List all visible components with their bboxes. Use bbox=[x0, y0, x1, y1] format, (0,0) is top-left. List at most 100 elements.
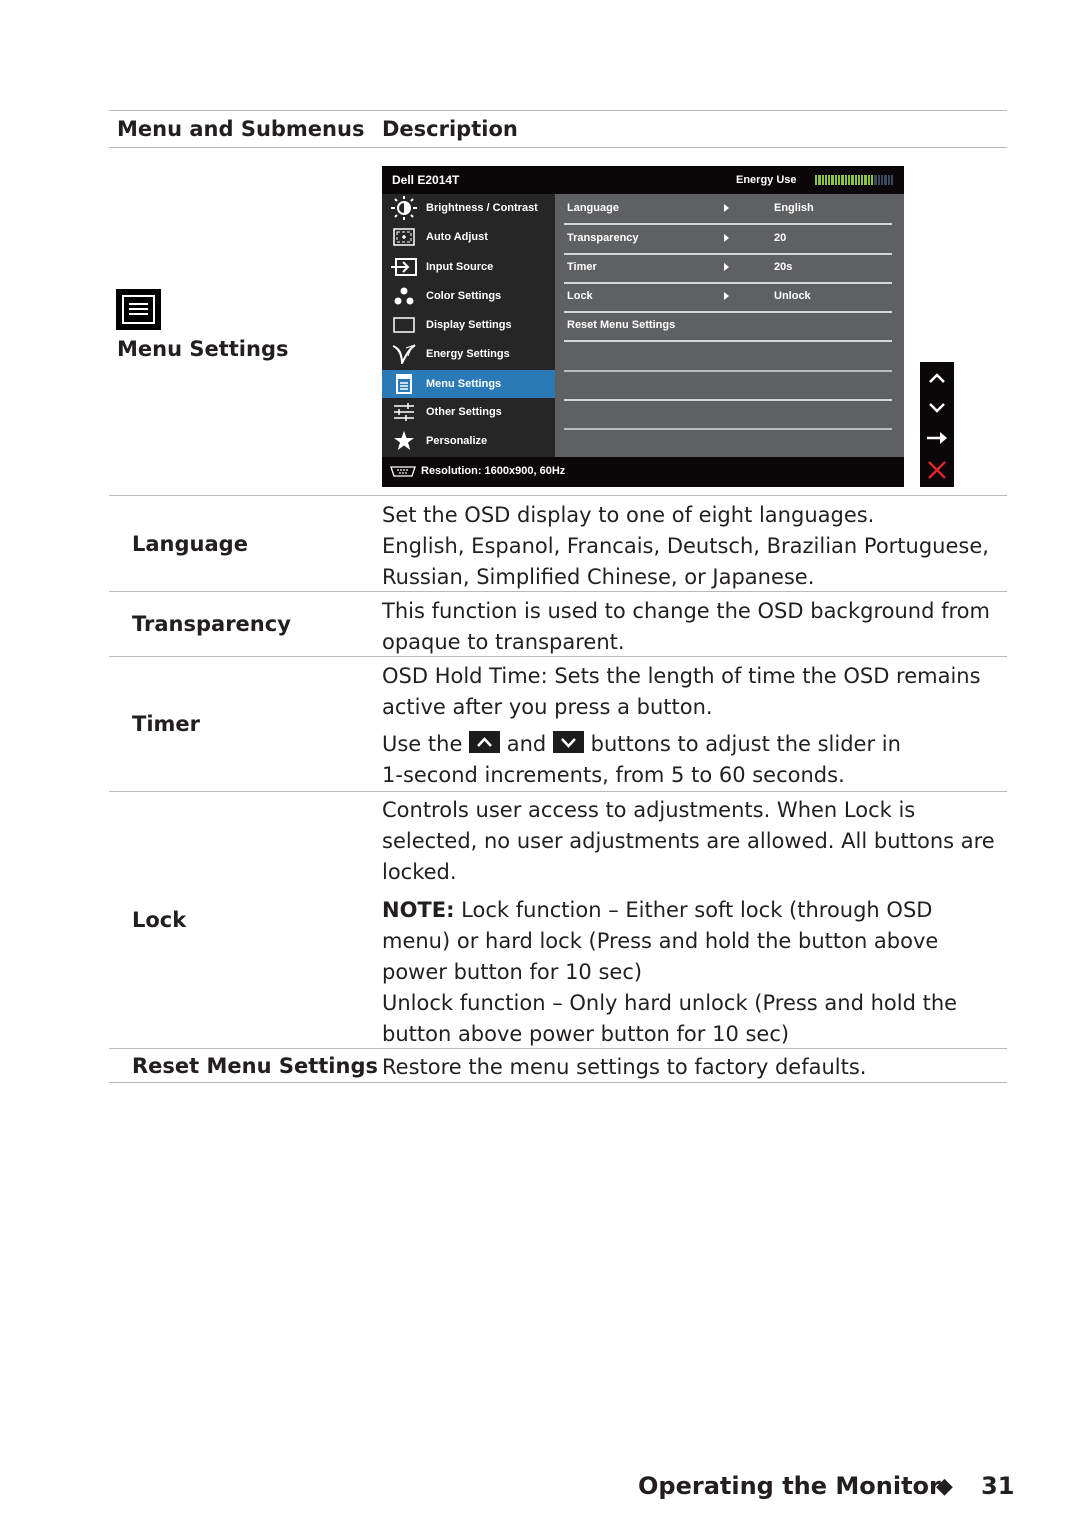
description-line: This function is used to change the OSD … bbox=[382, 599, 990, 623]
up-arrow-icon[interactable] bbox=[920, 363, 954, 393]
osd-menu-item-other-settings[interactable]: Other Settings bbox=[382, 398, 555, 426]
osd-menu-item-brightness-contrast[interactable]: Brightness / Contrast bbox=[382, 194, 555, 222]
osd-submenu-row-empty bbox=[564, 370, 892, 401]
note-line: button above power button for 10 sec) bbox=[382, 1022, 790, 1046]
osd-submenu-row-language[interactable]: Language English bbox=[564, 194, 892, 225]
osd-menu-label: Color Settings bbox=[426, 290, 502, 302]
osd-submenu-label: Lock bbox=[567, 290, 593, 302]
usage-text: and bbox=[506, 732, 547, 756]
triangle-right-icon bbox=[724, 204, 729, 212]
energy-segment bbox=[861, 175, 864, 185]
close-icon[interactable] bbox=[920, 455, 954, 485]
energy-segment bbox=[884, 175, 887, 185]
table-header-rule bbox=[109, 147, 1007, 148]
right-arrow-icon[interactable] bbox=[920, 423, 954, 453]
description-line: Russian, Simplified Chinese, or Japanese… bbox=[382, 565, 815, 589]
vga-connector-icon bbox=[390, 466, 416, 480]
energy-segment bbox=[824, 175, 828, 185]
osd-submenu-row-timer[interactable]: Timer 20s bbox=[564, 253, 892, 284]
down-arrow-icon[interactable] bbox=[920, 393, 954, 423]
row-description-language: Set the OSD display to one of eight lang… bbox=[382, 500, 1007, 593]
section-title: Menu Settings bbox=[117, 337, 289, 361]
description-line: Controls user access to adjustments. Whe… bbox=[382, 798, 916, 822]
osd-menu-item-display-settings[interactable]: Display Settings bbox=[382, 311, 555, 339]
osd-submenu-label: Language bbox=[567, 202, 619, 214]
osd-submenu-row-reset-menu-settings[interactable]: Reset Menu Settings bbox=[564, 311, 892, 342]
osd-energy-meter bbox=[815, 175, 894, 185]
row-label-lock: Lock bbox=[132, 908, 187, 932]
usage-text: buttons to adjust the slider in bbox=[590, 732, 901, 756]
osd-submenu-value: English bbox=[774, 202, 814, 214]
page-number: 31 bbox=[981, 1472, 1015, 1500]
note-line: NOTE: Lock function – Either soft lock (… bbox=[382, 895, 1007, 926]
note-line: Unlock function – Only hard unlock (Pres… bbox=[382, 991, 958, 1015]
row-divider bbox=[109, 1048, 1007, 1049]
osd-submenu-value: Unlock bbox=[774, 290, 811, 302]
column-header-description: Description bbox=[382, 117, 518, 141]
osd-submenu-row-empty bbox=[564, 341, 892, 372]
display-settings-icon bbox=[382, 317, 426, 333]
other-settings-icon bbox=[382, 403, 426, 421]
triangle-right-icon bbox=[724, 263, 729, 271]
osd-submenu-row-transparency[interactable]: Transparency 20 bbox=[564, 224, 892, 255]
energy-settings-icon bbox=[382, 344, 426, 364]
osd-menu-label: Display Settings bbox=[426, 319, 512, 331]
footer-section-title: Operating the Monitor bbox=[638, 1472, 941, 1500]
energy-segment bbox=[864, 175, 867, 185]
row-label-reset-menu-settings: Reset Menu Settings bbox=[132, 1054, 378, 1078]
osd-energy-label: Energy Use bbox=[736, 174, 797, 186]
osd-menu-item-menu-settings[interactable]: Menu Settings bbox=[382, 370, 555, 398]
brightness-icon bbox=[382, 196, 426, 220]
osd-menu-label: Auto Adjust bbox=[426, 231, 488, 243]
row-divider bbox=[109, 495, 1007, 496]
osd-submenu-row-lock[interactable]: Lock Unlock bbox=[564, 282, 892, 313]
energy-segment bbox=[874, 175, 877, 185]
energy-segment bbox=[877, 175, 880, 185]
menu-settings-icon bbox=[382, 374, 426, 394]
description-usage-line: Use the and buttons to adjust the slider… bbox=[382, 729, 1007, 760]
osd-submenu-label: Timer bbox=[567, 261, 597, 273]
row-divider bbox=[109, 591, 1007, 592]
table-bottom-rule bbox=[109, 1082, 1007, 1083]
osd-menu-item-input-source[interactable]: Input Source bbox=[382, 253, 555, 281]
energy-segment bbox=[851, 175, 854, 185]
energy-segment bbox=[887, 175, 890, 185]
energy-segment bbox=[834, 175, 838, 185]
osd-resolution: Resolution: 1600x900, 60Hz bbox=[421, 465, 566, 477]
row-divider bbox=[109, 791, 1007, 792]
osd-menu-item-auto-adjust[interactable]: Auto Adjust bbox=[382, 223, 555, 251]
description-line: active after you press a button. bbox=[382, 695, 713, 719]
usage-text: Use the bbox=[382, 732, 463, 756]
osd-menu-item-personalize[interactable]: Personalize bbox=[382, 427, 555, 455]
row-label-language: Language bbox=[132, 532, 248, 556]
description-line: OSD Hold Time: Sets the length of time t… bbox=[382, 664, 981, 688]
osd-submenu-label: Transparency bbox=[567, 232, 639, 244]
auto-adjust-icon bbox=[382, 228, 426, 246]
osd-submenu-value: 20 bbox=[774, 232, 787, 244]
energy-segment bbox=[867, 175, 871, 185]
input-source-icon bbox=[382, 258, 426, 276]
osd-menu-label: Brightness / Contrast bbox=[426, 202, 538, 214]
star-icon bbox=[382, 431, 426, 451]
osd-menu-item-color-settings[interactable]: Color Settings bbox=[382, 282, 555, 310]
osd-menu-label: Menu Settings bbox=[426, 378, 502, 390]
row-divider bbox=[109, 656, 1007, 657]
osd-menu-label: Energy Settings bbox=[426, 348, 510, 360]
energy-segment bbox=[831, 175, 834, 185]
row-description-timer: OSD Hold Time: Sets the length of time t… bbox=[382, 661, 1007, 791]
osd-submenu-label: Reset Menu Settings bbox=[567, 319, 676, 331]
note-line: menu) or hard lock (Press and hold the b… bbox=[382, 929, 939, 953]
energy-segment bbox=[841, 175, 844, 185]
osd-menu-label: Other Settings bbox=[426, 406, 502, 418]
description-line: English, Espanol, Francais, Deutsch, Bra… bbox=[382, 534, 989, 558]
table-top-rule bbox=[109, 110, 1007, 111]
up-button-icon bbox=[469, 731, 501, 753]
osd-submenu-value: 20s bbox=[774, 261, 793, 273]
energy-segment bbox=[871, 175, 874, 185]
row-description-transparency: This function is used to change the OSD … bbox=[382, 596, 1007, 658]
energy-segment bbox=[815, 175, 818, 185]
row-label-transparency: Transparency bbox=[132, 612, 291, 636]
down-button-icon bbox=[552, 731, 584, 753]
osd-menu-item-energy-settings[interactable]: Energy Settings bbox=[382, 340, 555, 368]
energy-segment bbox=[818, 175, 821, 185]
